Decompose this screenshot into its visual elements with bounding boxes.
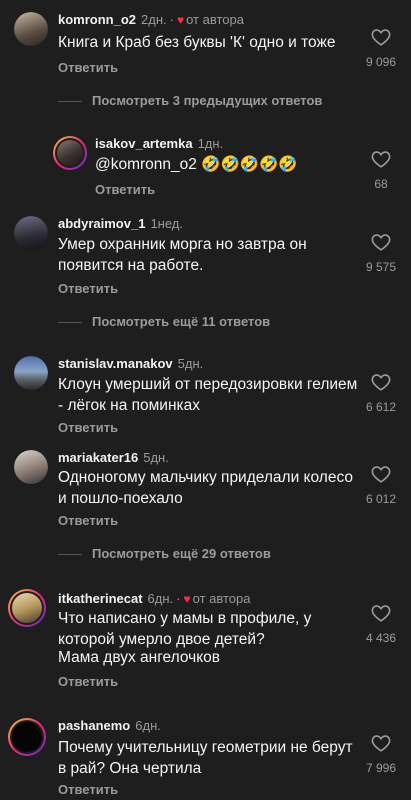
like-button[interactable]: 9 575 — [351, 233, 411, 274]
avatar[interactable] — [14, 450, 48, 484]
like-count: 7 996 — [365, 761, 397, 775]
comment-username[interactable]: komronn_o2 — [58, 12, 136, 27]
comment-time: 1дн. — [197, 136, 224, 151]
comment-text: Книга и Краб без буквы 'К' одно и тоже — [58, 34, 336, 51]
comment-username[interactable]: stanislav.manakov — [58, 356, 173, 371]
comment-text: Одноногому мальчику приделали колесо и п… — [58, 469, 353, 507]
like-count: 6 012 — [365, 492, 397, 506]
heart-outline-icon — [371, 374, 391, 391]
like-button[interactable]: 7 996 — [351, 734, 411, 775]
comment-username[interactable]: pashanemo — [58, 718, 130, 733]
avatar[interactable] — [14, 216, 48, 250]
view-replies-label: Посмотреть ещё 11 ответов — [92, 314, 271, 329]
reply-button[interactable]: Ответить — [58, 674, 118, 689]
reply-button[interactable]: Ответить — [58, 281, 118, 296]
comment-time: 6дн. — [135, 718, 161, 733]
comment-username[interactable]: abdyraimov_1 — [58, 216, 145, 231]
reply-button[interactable]: Ответить — [95, 182, 155, 197]
comment-time: 5дн. — [143, 450, 169, 465]
heart-outline-icon — [371, 605, 391, 622]
thread-line — [58, 322, 82, 324]
author-label: от автора — [192, 591, 251, 606]
reply-button[interactable]: Ответить — [58, 60, 118, 75]
comment-time: 2дн. — [141, 12, 167, 27]
like-button[interactable]: 9 096 — [351, 28, 411, 69]
separator-dot: · — [169, 12, 174, 27]
comment-text: Умер охранник морга но завтра он появитс… — [58, 236, 307, 274]
comment-username[interactable]: isakov_artemka — [95, 136, 193, 151]
view-replies-button[interactable]: Посмотреть 3 предыдущих ответов — [58, 93, 322, 108]
avatar[interactable] — [8, 718, 46, 756]
author-heart-icon: ♥ — [183, 592, 191, 606]
comment-text: Клоун умерший от передозировки гелием - … — [58, 376, 358, 414]
comment-username[interactable]: mariakater16 — [58, 450, 138, 465]
comment-time: 6дн. — [147, 591, 174, 606]
view-replies-label: Посмотреть 3 предыдущих ответов — [92, 93, 323, 108]
comment-time: 5дн. — [177, 356, 204, 371]
heart-outline-icon — [371, 151, 391, 168]
view-replies-label: Посмотреть ещё 29 ответов — [92, 546, 271, 561]
avatar[interactable] — [14, 12, 48, 46]
reply-button[interactable]: Ответить — [58, 420, 118, 435]
comment-text-continued: Мама двух ангелочков — [58, 649, 221, 666]
comment-time: 1нед. — [150, 216, 183, 231]
like-count: 68 — [374, 177, 388, 191]
author-label: от автора — [186, 12, 244, 27]
reply-button[interactable]: Ответить — [58, 782, 118, 797]
heart-outline-icon — [371, 234, 391, 251]
author-heart-icon: ♥ — [176, 13, 185, 27]
view-replies-button[interactable]: Посмотреть ещё 29 ответов — [58, 546, 271, 561]
like-button[interactable]: 4 436 — [351, 604, 411, 645]
heart-outline-icon — [371, 29, 391, 46]
comment-text: Почему учительницу геометрии не берут в … — [58, 739, 353, 777]
thread-line — [58, 554, 82, 556]
comment-text: @komronn_o2 🤣🤣🤣🤣🤣 — [95, 156, 298, 173]
like-count: 4 436 — [365, 631, 397, 645]
like-button[interactable]: 6 012 — [351, 465, 411, 506]
avatar[interactable] — [14, 356, 48, 390]
reply-button[interactable]: Ответить — [58, 513, 118, 528]
like-button[interactable]: 6 612 — [351, 373, 411, 414]
comment-username[interactable]: itkatherinecat — [58, 591, 143, 606]
view-replies-button[interactable]: Посмотреть ещё 11 ответов — [58, 314, 270, 329]
heart-outline-icon — [371, 735, 391, 752]
thread-line — [58, 101, 82, 103]
like-count: 9 096 — [365, 55, 397, 69]
avatar[interactable] — [53, 136, 87, 170]
like-count: 9 575 — [365, 260, 397, 274]
avatar[interactable] — [8, 589, 46, 627]
comment-text: Что написано у мамы в профиле, у которой… — [58, 610, 312, 648]
like-button[interactable]: 68 — [351, 150, 411, 191]
heart-outline-icon — [371, 466, 391, 483]
separator-dot: · — [176, 591, 181, 606]
like-count: 6 612 — [365, 400, 397, 414]
